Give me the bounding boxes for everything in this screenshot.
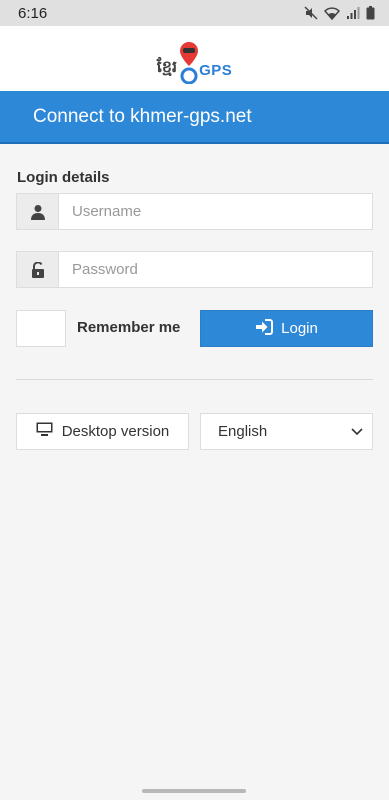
- battery-icon: [366, 6, 375, 20]
- language-select[interactable]: English: [200, 413, 373, 450]
- password-input[interactable]: [59, 252, 372, 287]
- divider: [16, 379, 373, 380]
- app-logo: ខ្មែរ GPS: [156, 36, 233, 84]
- app-logo-bar: ខ្មែរ GPS: [0, 26, 389, 91]
- password-field: [16, 251, 373, 288]
- unlock-icon: [17, 252, 59, 287]
- status-icons: [304, 6, 375, 20]
- monitor-icon: [36, 422, 53, 441]
- desktop-version-label: Desktop version: [61, 423, 170, 440]
- chevron-down-icon: [351, 423, 363, 440]
- desktop-version-button[interactable]: Desktop version: [16, 413, 189, 450]
- wifi-icon: [324, 6, 340, 20]
- status-bar: 6:16: [0, 0, 389, 26]
- signal-icon: [346, 6, 360, 20]
- username-field: [16, 193, 373, 230]
- remember-me-checkbox[interactable]: [16, 310, 66, 347]
- user-icon: [17, 194, 59, 229]
- logo-khmer-text: ខ្មែរ: [156, 58, 178, 76]
- logo-gps-text: GPS: [199, 61, 233, 79]
- username-input[interactable]: [59, 194, 372, 229]
- mute-icon: [304, 6, 318, 20]
- sign-in-icon: [255, 318, 274, 339]
- login-section-title: Login details: [17, 169, 110, 186]
- login-button[interactable]: Login: [200, 310, 373, 347]
- status-time: 6:16: [18, 4, 48, 22]
- page-header: Connect to khmer-gps.net: [0, 91, 389, 144]
- page-title: Connect to khmer-gps.net: [33, 105, 252, 127]
- home-indicator[interactable]: [142, 789, 246, 793]
- login-button-label: Login: [281, 320, 318, 337]
- remember-me-label[interactable]: Remember me: [77, 319, 180, 336]
- language-selected: English: [218, 423, 268, 440]
- map-pin-icon: [178, 40, 199, 84]
